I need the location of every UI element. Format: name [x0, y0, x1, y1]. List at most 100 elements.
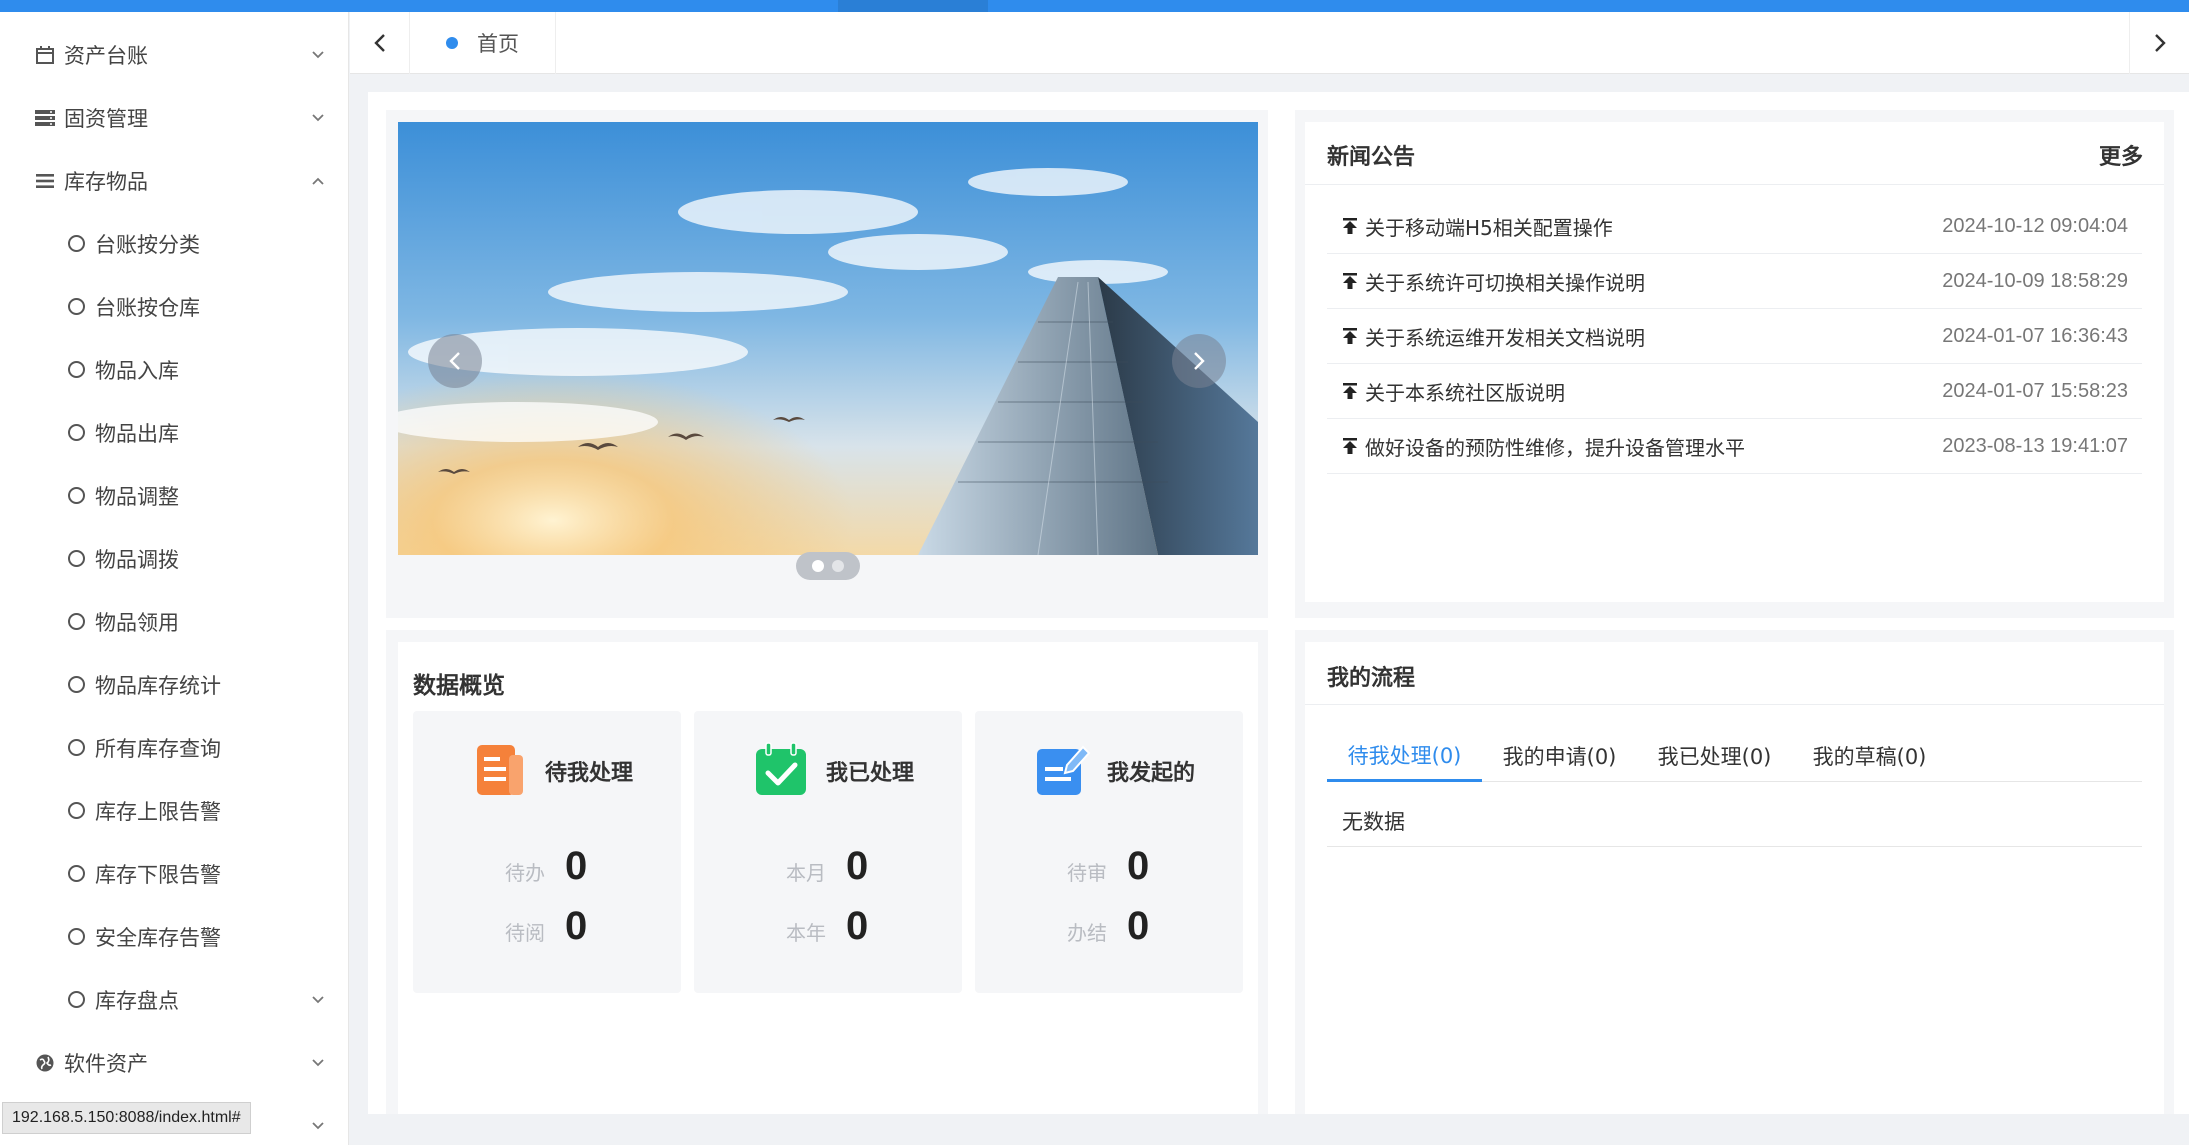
sub-item-stock-statistics[interactable]: 物品库存统计: [0, 653, 349, 716]
circle-icon: [68, 298, 85, 315]
pin-top-icon: [1343, 218, 1357, 234]
sub-item-stock-adjust[interactable]: 物品调整: [0, 464, 349, 527]
news-item[interactable]: 关于系统许可切换相关操作说明 2024-10-09 18:58:29: [1327, 254, 2142, 309]
sub-item-label: 物品出库: [95, 421, 179, 446]
sub-item-upper-limit-alert[interactable]: 库存上限告警: [0, 779, 349, 842]
chevron-left-icon: [373, 34, 385, 52]
tab-my-applications[interactable]: 我的申请(0): [1482, 730, 1637, 782]
sub-item-label: 物品调拨: [95, 547, 179, 572]
workflow-divider: [1305, 704, 2164, 705]
circle-icon: [68, 739, 85, 756]
stat-box-title: 待我处理: [545, 761, 634, 786]
circle-icon: [68, 802, 85, 819]
chevron-left-icon: [449, 352, 460, 370]
workflow-tabs: 待我处理(0) 我的申请(0) 我已处理(0) 我的草稿(0): [1327, 730, 2142, 782]
stat-label: 待办: [505, 861, 545, 885]
sub-item-label: 物品入库: [95, 358, 179, 383]
sub-item-stock-query[interactable]: 所有库存查询: [0, 716, 349, 779]
stat-value: 0: [846, 904, 869, 948]
chevron-right-icon: [2154, 34, 2166, 52]
sub-item-ledger-by-category[interactable]: 台账按分类: [0, 212, 349, 275]
menu-item-fixed-assets[interactable]: 固资管理: [0, 86, 349, 149]
chevron-down-icon: [312, 1058, 324, 1066]
carousel-indicator-1[interactable]: [812, 560, 824, 572]
pin-top-icon: [1343, 328, 1357, 344]
globe-icon: [34, 1052, 56, 1074]
active-dot-icon: [446, 37, 458, 49]
chevron-up-icon: [312, 177, 324, 185]
stat-value: 0: [1127, 844, 1150, 888]
sub-item-stock-out[interactable]: 物品出库: [0, 401, 349, 464]
news-item-title: 关于系统许可切换相关操作说明: [1365, 270, 1645, 295]
stat-label: 本月: [786, 861, 826, 885]
sub-item-stock-transfer[interactable]: 物品调拨: [0, 527, 349, 590]
empty-state-text: 无数据: [1342, 810, 1405, 834]
news-item[interactable]: 做好设备的预防性维修，提升设备管理水平 2023-08-13 19:41:07: [1327, 419, 2142, 474]
banner-carousel[interactable]: [398, 122, 1258, 555]
workflow-title: 我的流程: [1327, 666, 1416, 691]
tab-drafts[interactable]: 我的草稿(0): [1792, 730, 1947, 782]
news-title: 新闻公告: [1327, 145, 1416, 170]
menu-item-label: 资产台账: [64, 43, 148, 68]
tab-scroll-right-button[interactable]: [2129, 12, 2189, 74]
sub-item-ledger-by-warehouse[interactable]: 台账按仓库: [0, 275, 349, 338]
stat-box-processed[interactable]: 我已处理 本月 0 本年 0: [694, 711, 962, 993]
news-item-title: 关于系统运维开发相关文档说明: [1365, 325, 1645, 350]
tab-pending[interactable]: 待我处理(0): [1327, 730, 1482, 782]
tab-home[interactable]: 首页: [410, 12, 556, 74]
news-item-time: 2024-10-12 09:04:04: [1942, 214, 2128, 237]
server-icon: [34, 107, 56, 129]
carousel-indicator-2[interactable]: [832, 560, 844, 572]
news-item-title: 做好设备的预防性维修，提升设备管理水平: [1365, 435, 1745, 460]
skyscraper-image: [398, 122, 1258, 555]
menu-item-label: 固资管理: [64, 106, 148, 131]
stat-value: 0: [565, 844, 588, 888]
sub-item-label: 所有库存查询: [95, 736, 221, 761]
chevron-down-icon: [312, 50, 324, 58]
sub-item-stock-in[interactable]: 物品入库: [0, 338, 349, 401]
carousel-indicators: [796, 552, 860, 580]
stat-value: 0: [846, 844, 869, 888]
stat-box-title: 我已处理: [826, 761, 915, 786]
circle-icon: [68, 865, 85, 882]
carousel-next-button[interactable]: [1172, 334, 1226, 388]
sub-item-label: 库存下限告警: [95, 862, 221, 887]
sub-item-label: 安全库存告警: [95, 925, 221, 950]
active-tab-indicator: [838, 0, 988, 12]
circle-icon: [68, 487, 85, 504]
pin-top-icon: [1343, 383, 1357, 399]
overview-title: 数据概览: [413, 673, 505, 699]
news-item-time: 2024-01-07 16:36:43: [1942, 324, 2128, 347]
tab-processed[interactable]: 我已处理(0): [1637, 730, 1792, 782]
news-item[interactable]: 关于系统运维开发相关文档说明 2024-01-07 16:36:43: [1327, 309, 2142, 364]
status-url: 192.168.5.150:8088/index.html#: [2, 1102, 251, 1134]
sub-item-stocktaking[interactable]: 库存盘点: [0, 968, 349, 1031]
stat-label: 待阅: [505, 921, 545, 945]
circle-icon: [68, 424, 85, 441]
sub-item-lower-limit-alert[interactable]: 库存下限告警: [0, 842, 349, 905]
stat-box-pending[interactable]: 待我处理 待办 0 待阅 0: [413, 711, 681, 993]
edit-icon: [1037, 745, 1091, 795]
news-item[interactable]: 关于移动端H5相关配置操作 2024-10-12 09:04:04: [1327, 199, 2142, 254]
stat-label: 办结: [1067, 921, 1107, 945]
sub-item-label: 物品领用: [95, 610, 179, 635]
tab-scroll-left-button[interactable]: [350, 12, 410, 74]
sub-item-safety-stock-alert[interactable]: 安全库存告警: [0, 905, 349, 968]
stat-box-initiated[interactable]: 我发起的 待审 0 办结 0: [975, 711, 1243, 993]
tab-bar: 首页: [350, 12, 2189, 74]
menu-item-software-assets[interactable]: 软件资产: [0, 1031, 349, 1094]
document-icon: [477, 745, 523, 795]
menu-item-inventory[interactable]: 库存物品: [0, 149, 349, 212]
chevron-down-icon: [312, 1121, 324, 1129]
circle-icon: [68, 361, 85, 378]
sub-item-label: 库存盘点: [95, 988, 179, 1013]
carousel-prev-button[interactable]: [428, 334, 482, 388]
circle-icon: [68, 235, 85, 252]
sub-item-label: 台账按分类: [95, 232, 200, 257]
sub-item-label: 物品库存统计: [95, 673, 221, 698]
chevron-right-icon: [1194, 352, 1205, 370]
news-item[interactable]: 关于本系统社区版说明 2024-01-07 15:58:23: [1327, 364, 2142, 419]
menu-item-asset-ledger[interactable]: 资产台账: [0, 23, 349, 86]
news-more-link[interactable]: 更多: [2099, 139, 2143, 171]
sub-item-stock-requisition[interactable]: 物品领用: [0, 590, 349, 653]
